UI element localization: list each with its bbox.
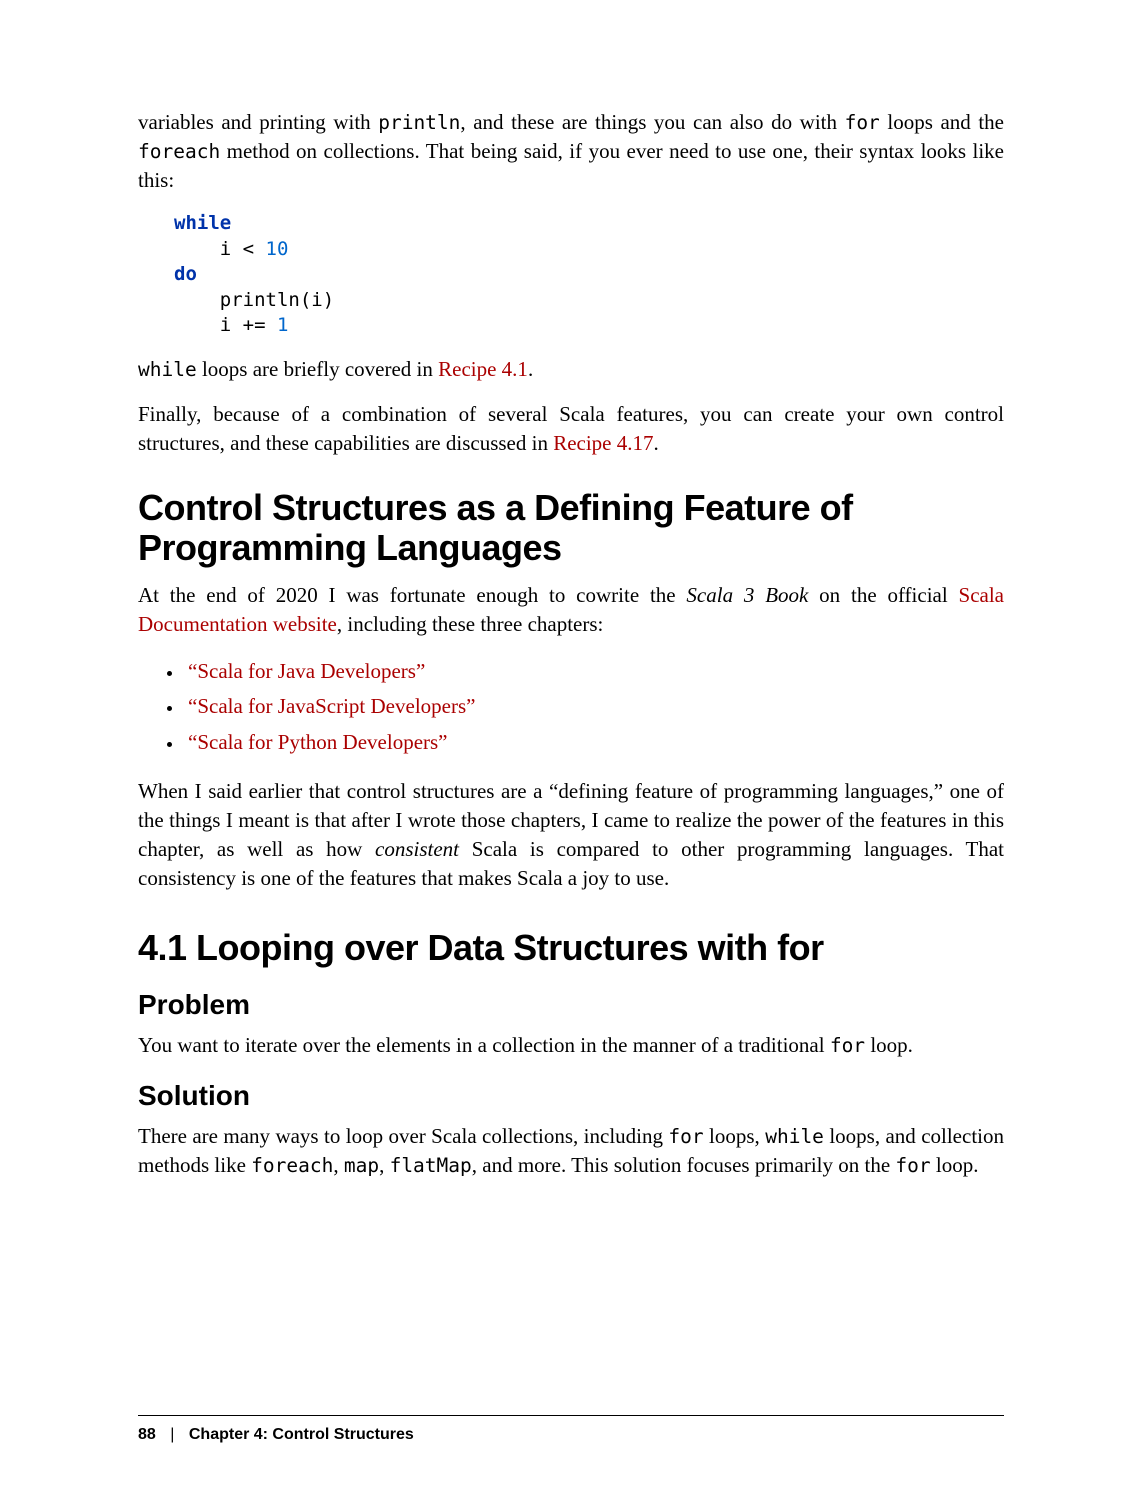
inline-code-for: for — [845, 111, 880, 134]
paragraph-intro: variables and printing with println, and… — [138, 108, 1004, 195]
heading-control-structures: Control Structures as a Defining Feature… — [138, 488, 1004, 569]
code-text: i — [174, 238, 243, 260]
paragraph-solution: There are many ways to loop over Scala c… — [138, 1122, 1004, 1180]
code-block-while: while i < 10 do println(i) i += 1 — [174, 211, 1004, 339]
paragraph-scala3book: At the end of 2020 I was fortunate enoug… — [138, 581, 1004, 639]
code-text: println(i) — [174, 289, 334, 311]
inline-code-foreach: foreach — [251, 1154, 333, 1177]
text: method on collections. That being said, … — [138, 139, 1004, 192]
link-recipe-4-1[interactable]: Recipe 4.1 — [438, 357, 528, 381]
code-text — [254, 238, 265, 260]
text: loops and the — [880, 110, 1004, 134]
text: , — [333, 1153, 344, 1177]
heading-problem: Problem — [138, 989, 1004, 1021]
heading-solution: Solution — [138, 1080, 1004, 1112]
inline-code-for: for — [895, 1154, 930, 1177]
code-keyword: do — [174, 263, 197, 285]
list-item: “Scala for Java Developers” — [184, 655, 1004, 689]
emphasis-scala3book: Scala 3 Book — [686, 583, 808, 607]
paragraph-own-control: Finally, because of a combination of sev… — [138, 400, 1004, 458]
text: There are many ways to loop over Scala c… — [138, 1124, 668, 1148]
page-footer: 88 | Chapter 4: Control Structures — [138, 1415, 1004, 1444]
text: loops are briefly covered in — [197, 357, 438, 381]
text: loop. — [931, 1153, 979, 1177]
text: , including these three chapters: — [337, 612, 604, 636]
code-number: 1 — [277, 314, 288, 336]
inline-code-map: map — [344, 1154, 379, 1177]
paragraph-problem: You want to iterate over the elements in… — [138, 1031, 1004, 1060]
link-python-devs[interactable]: “Scala for Python Developers” — [188, 730, 448, 754]
text: . — [654, 431, 659, 455]
text: . — [528, 357, 533, 381]
paragraph-while-ref: while loops are briefly covered in Recip… — [138, 355, 1004, 384]
link-js-devs[interactable]: “Scala for JavaScript Developers” — [188, 694, 475, 718]
text: , and more. This solution focuses primar… — [472, 1153, 896, 1177]
inline-code-flatmap: flatMap — [390, 1154, 472, 1177]
text: , and these are things you can also do w… — [460, 110, 844, 134]
page: variables and printing with println, and… — [0, 0, 1142, 1500]
list-item: “Scala for JavaScript Developers” — [184, 690, 1004, 724]
text: loop. — [865, 1033, 913, 1057]
bullet-list: “Scala for Java Developers” “Scala for J… — [138, 655, 1004, 760]
code-text — [266, 314, 277, 336]
text: , — [379, 1153, 390, 1177]
link-recipe-4-17[interactable]: Recipe 4.17 — [553, 431, 653, 455]
code-text: i — [174, 314, 243, 336]
code-number: 10 — [266, 238, 289, 260]
inline-code-for: for — [668, 1125, 703, 1148]
inline-code-for: for — [830, 1034, 865, 1057]
chapter-label: Chapter 4: Control Structures — [189, 1426, 414, 1443]
list-item: “Scala for Python Developers” — [184, 726, 1004, 760]
text: You want to iterate over the elements in… — [138, 1033, 830, 1057]
code-op: < — [243, 238, 254, 260]
footer-separator: | — [170, 1426, 174, 1443]
code-op: += — [243, 314, 266, 336]
text: loops, — [704, 1124, 766, 1148]
link-java-devs[interactable]: “Scala for Java Developers” — [188, 659, 425, 683]
inline-code-foreach: foreach — [138, 140, 220, 163]
paragraph-consistency: When I said earlier that control structu… — [138, 777, 1004, 893]
code-keyword: while — [174, 212, 231, 234]
inline-code-println: println — [378, 111, 460, 134]
page-number: 88 — [138, 1426, 156, 1443]
text: At the end of 2020 I was fortunate enoug… — [138, 583, 686, 607]
text: on the official — [808, 583, 958, 607]
emphasis-consistent: consistent — [375, 837, 459, 861]
inline-code-while: while — [765, 1125, 824, 1148]
heading-recipe-4-1: 4.1 Looping over Data Structures with fo… — [138, 927, 1004, 969]
text: variables and printing with — [138, 110, 378, 134]
inline-code-while: while — [138, 358, 197, 381]
